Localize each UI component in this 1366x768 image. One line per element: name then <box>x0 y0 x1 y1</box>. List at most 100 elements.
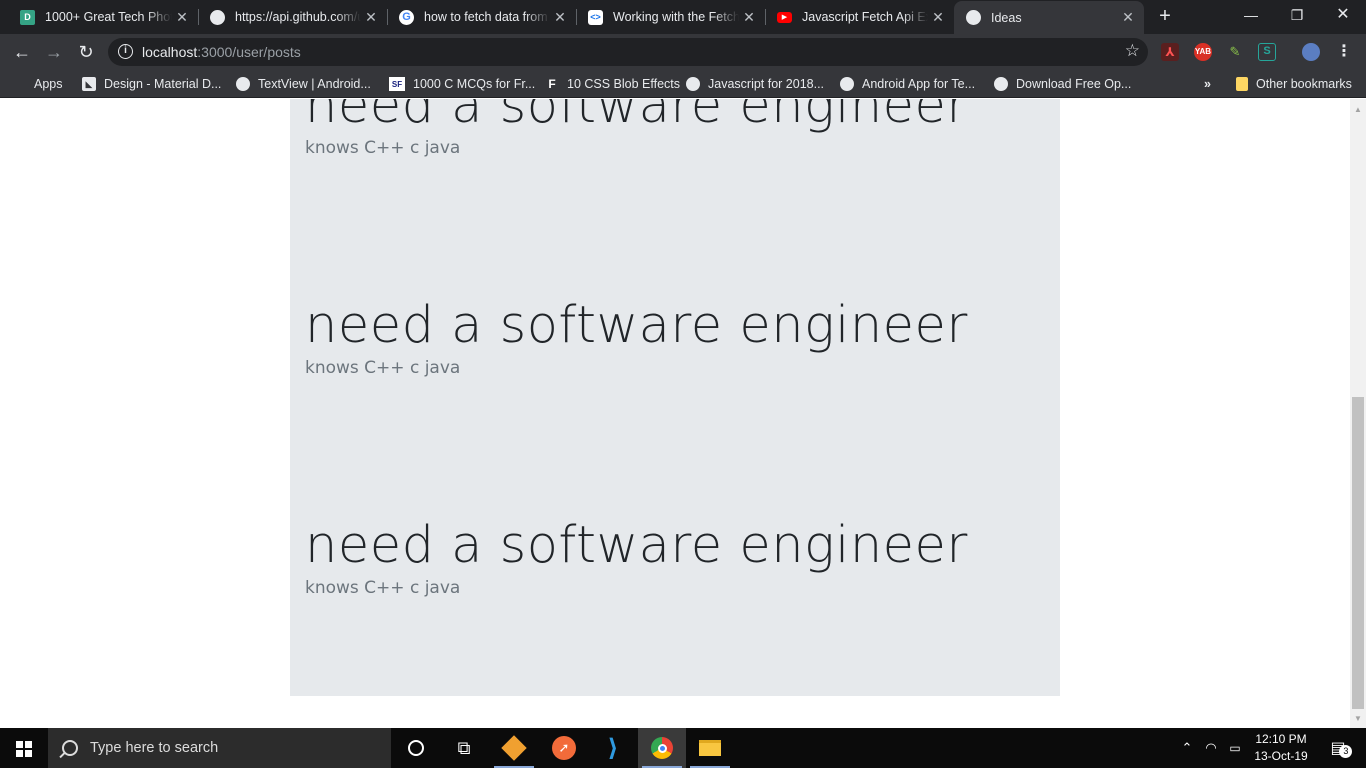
globe-icon <box>966 10 981 25</box>
url-path: :3000/user/posts <box>197 44 301 60</box>
google-icon: G <box>399 9 414 25</box>
cortana-circle-icon <box>408 740 424 756</box>
pen-extension-icon[interactable]: ✎ <box>1226 43 1244 61</box>
bookmark-material-design[interactable]: ◣ Design - Material D... <box>82 75 221 93</box>
tab-title: Javascript Fetch Api Example <box>802 10 928 24</box>
scroll-up-arrow-icon[interactable]: ▲ <box>1350 103 1366 117</box>
bookmark-download-free[interactable]: Download Free Op... <box>994 75 1131 93</box>
url-text[interactable]: localhost:3000/user/posts <box>142 44 301 60</box>
post-details: knows C++ c java <box>305 138 461 158</box>
tab-youtube[interactable]: ▶ Javascript Fetch Api Example ✕ <box>765 0 954 34</box>
bookmark-apps[interactable]: Apps <box>14 75 63 93</box>
wifi-icon[interactable]: ◠ <box>1200 728 1222 768</box>
task-view-button[interactable]: ⧉ <box>440 728 488 768</box>
windows-logo-icon <box>16 741 32 757</box>
postman-icon: ➚ <box>552 736 576 760</box>
s-extension-icon[interactable]: S <box>1258 43 1276 61</box>
close-icon[interactable]: ✕ <box>361 9 381 26</box>
taskbar-app-vscode[interactable]: ⟩ <box>589 728 637 768</box>
search-icon <box>62 740 78 756</box>
post-title: need a software engineer <box>305 296 968 355</box>
menu-kebab-icon[interactable]: ⋮ <box>1336 41 1352 61</box>
close-window-button[interactable]: ✕ <box>1320 0 1366 34</box>
notification-count-badge: 3 <box>1339 745 1353 758</box>
clock-date: 13-Oct-19 <box>1254 749 1308 763</box>
taskbar-app-postman[interactable]: ➚ <box>540 728 588 768</box>
battery-icon[interactable]: ▭ <box>1224 728 1246 768</box>
back-button[interactable]: ← <box>8 39 36 67</box>
tab-ideas-active[interactable]: Ideas ✕ <box>954 1 1144 34</box>
bookmark-star-icon[interactable]: ☆ <box>1125 41 1140 61</box>
bookmark-android-app[interactable]: Android App for Te... <box>840 75 975 93</box>
globe-icon <box>236 77 250 91</box>
post-item: need a software engineer knows C++ c jav… <box>305 99 1045 158</box>
yab-extension-icon[interactable]: YAB <box>1194 43 1212 61</box>
bookmark-label: TextView | Android... <box>258 77 371 91</box>
close-icon[interactable]: ✕ <box>550 9 570 26</box>
bookmark-label: Other bookmarks <box>1256 77 1352 91</box>
address-bar[interactable]: i localhost:3000/user/posts ☆ <box>108 38 1148 66</box>
apps-grid-icon <box>14 78 26 90</box>
folder-icon <box>1236 77 1248 91</box>
close-icon[interactable]: ✕ <box>172 9 192 26</box>
taskbar-search-box[interactable]: Type here to search <box>48 728 391 768</box>
pdf-extension-icon[interactable]: ⅄ <box>1161 43 1179 61</box>
restore-button[interactable]: ❐ <box>1274 0 1320 34</box>
new-tab-button[interactable]: + <box>1153 5 1177 29</box>
globe-icon <box>686 77 700 91</box>
git-icon <box>501 735 527 761</box>
taskbar-app-git[interactable] <box>490 728 538 768</box>
start-button[interactable] <box>0 728 48 768</box>
close-icon[interactable]: ✕ <box>739 9 759 26</box>
posts-container: need a software engineer knows C++ c jav… <box>290 99 1060 696</box>
close-icon[interactable]: ✕ <box>1118 9 1138 26</box>
taskbar-app-chrome[interactable] <box>638 728 686 768</box>
bookmark-c-mcqs[interactable]: SF 1000 C MCQs for Fr... <box>389 75 535 93</box>
vscode-icon: ⟩ <box>607 734 619 762</box>
reload-button[interactable]: ↻ <box>72 39 100 67</box>
close-icon[interactable]: ✕ <box>928 9 948 26</box>
forward-button[interactable]: → <box>40 39 68 67</box>
bookmark-label: 1000 C MCQs for Fr... <box>413 77 536 91</box>
bookmark-textview[interactable]: TextView | Android... <box>236 75 371 93</box>
taskbar-app-file-explorer[interactable] <box>686 728 734 768</box>
bookmark-label: Download Free Op... <box>1016 77 1132 91</box>
material-icon: ◣ <box>82 77 96 91</box>
post-details: knows C++ c java <box>305 358 461 378</box>
page-scrollbar[interactable]: ▲ ▼ <box>1350 99 1366 728</box>
bookmark-label: 10 CSS Blob Effects <box>567 77 681 91</box>
post-title: need a software engineer <box>305 516 968 575</box>
bookmark-other[interactable]: Other bookmarks <box>1236 75 1352 93</box>
globe-icon <box>210 9 225 25</box>
tab-fetch-article[interactable]: <> Working with the Fetch ✕ <box>576 0 765 34</box>
youtube-icon: ▶ <box>777 11 792 23</box>
more-bookmarks-button[interactable]: » <box>1204 75 1211 93</box>
tab-title: Working with the Fetch <box>613 10 739 24</box>
bookmark-label: Javascript for 2018... <box>708 77 825 91</box>
show-hidden-icons-chevron-icon[interactable]: ⌃ <box>1176 728 1198 768</box>
cortana-button[interactable] <box>392 728 440 768</box>
taskbar-clock[interactable]: 12:10 PM 13-Oct-19 <box>1248 731 1314 765</box>
tab-github-api[interactable]: https://api.github.com/users ✕ <box>198 0 387 34</box>
scrollbar-thumb[interactable] <box>1352 397 1364 709</box>
post-details: knows C++ c java <box>305 578 461 598</box>
bookmark-css-blob[interactable]: F 10 CSS Blob Effects <box>545 75 680 93</box>
code-icon: <> <box>588 9 603 25</box>
search-placeholder: Type here to search <box>90 740 219 756</box>
bookmarks-bar: Apps ◣ Design - Material D... TextView |… <box>0 70 1366 98</box>
profile-avatar[interactable] <box>1302 43 1320 61</box>
minimize-button[interactable]: — <box>1228 0 1274 34</box>
bookmark-label: Design - Material D... <box>104 77 222 91</box>
task-view-icon: ⧉ <box>457 737 471 758</box>
globe-icon <box>994 77 1008 91</box>
bookmark-label: Apps <box>34 77 63 91</box>
page-content: need a software engineer knows C++ c jav… <box>0 99 1350 728</box>
scroll-down-arrow-icon[interactable]: ▼ <box>1350 712 1366 726</box>
d-letter-icon: D <box>20 9 35 25</box>
action-center-button[interactable]: ▤ 3 <box>1318 728 1358 768</box>
info-icon[interactable]: i <box>118 44 133 59</box>
tab-tech-photos[interactable]: D 1000+ Great Tech Photos ✕ <box>8 0 198 34</box>
bookmark-javascript-2018[interactable]: Javascript for 2018... <box>686 75 824 93</box>
chrome-icon <box>651 737 673 759</box>
tab-google-search[interactable]: G how to fetch data from ✕ <box>387 0 576 34</box>
